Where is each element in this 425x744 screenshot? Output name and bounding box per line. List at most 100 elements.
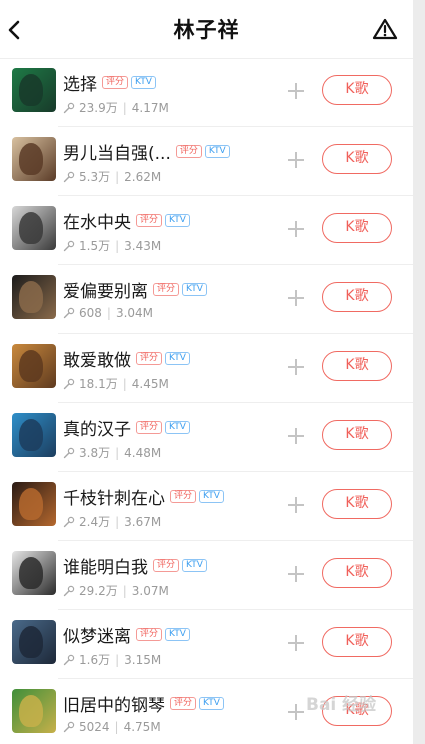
add-icon[interactable]	[287, 703, 305, 721]
song-title-line: 旧居中的钢琴 评分 KTV	[63, 691, 227, 716]
add-icon[interactable]	[287, 82, 305, 100]
add-icon[interactable]	[287, 496, 305, 514]
song-list-screen: 林子祥 选择 评分 KTV 23.9万 | 4.17M K歌 男儿当自强(...…	[0, 0, 413, 744]
album-cover[interactable]	[12, 344, 56, 388]
album-cover[interactable]	[12, 137, 56, 181]
cover-figure	[19, 488, 43, 520]
song-meta: 608 | 3.04M	[63, 306, 153, 320]
album-cover[interactable]	[12, 275, 56, 319]
add-icon[interactable]	[287, 220, 305, 238]
microphone-icon	[63, 516, 75, 527]
album-cover[interactable]	[12, 68, 56, 112]
song-row[interactable]: 在水中央 评分 KTV 1.5万 | 3.43M K歌	[0, 196, 413, 265]
album-cover[interactable]	[12, 689, 56, 733]
karaoke-button[interactable]: K歌	[322, 489, 392, 519]
file-size: 4.75M	[123, 720, 161, 734]
add-icon[interactable]	[287, 427, 305, 445]
play-count: 3.8万	[79, 446, 111, 460]
karaoke-button[interactable]: K歌	[322, 558, 392, 588]
album-cover[interactable]	[12, 620, 56, 664]
song-row[interactable]: 谁能明白我 评分 KTV 29.2万 | 3.07M K歌	[0, 541, 413, 610]
add-icon[interactable]	[287, 634, 305, 652]
cover-figure	[19, 74, 43, 106]
ktv-badge: KTV	[165, 628, 190, 641]
song-row[interactable]: 真的汉子 评分 KTV 3.8万 | 4.48M K歌	[0, 403, 413, 472]
microphone-icon	[63, 378, 75, 389]
album-cover[interactable]	[12, 482, 56, 526]
meta-divider: |	[122, 376, 127, 391]
song-meta: 3.8万 | 4.48M	[63, 444, 161, 461]
score-badge: 评分	[153, 559, 180, 572]
add-icon[interactable]	[287, 358, 305, 376]
song-meta: 1.6万 | 3.15M	[63, 651, 161, 668]
microphone-icon	[63, 721, 75, 733]
score-badge: 评分	[136, 628, 163, 641]
song-row[interactable]: 似梦迷离 评分 KTV 1.6万 | 3.15M K歌	[0, 610, 413, 679]
file-size: 3.67M	[124, 514, 162, 529]
cover-figure	[19, 626, 43, 658]
cover-figure	[19, 557, 43, 589]
song-title: 敢爱敢做	[63, 351, 131, 371]
song-row[interactable]: 选择 评分 KTV 23.9万 | 4.17M K歌	[0, 58, 413, 127]
song-row[interactable]: 爱偏要别离 评分 KTV 608 | 3.04M K歌	[0, 265, 413, 334]
karaoke-button[interactable]: K歌	[322, 420, 392, 450]
ktv-badge: KTV	[165, 352, 190, 365]
song-meta: 5024 | 4.75M	[63, 720, 161, 734]
song-row[interactable]: 男儿当自强(... 评分 KTV 5.3万 | 2.62M K歌	[0, 127, 413, 196]
album-cover[interactable]	[12, 551, 56, 595]
song-title-line: 在水中央 评分 KTV	[63, 208, 193, 233]
song-row[interactable]: 千枝针刺在心 评分 KTV 2.4万 | 3.67M K歌	[0, 472, 413, 541]
song-row[interactable]: 敢爱敢做 评分 KTV 18.1万 | 4.45M K歌	[0, 334, 413, 403]
karaoke-button[interactable]: K歌	[322, 282, 392, 312]
song-title: 选择	[63, 75, 97, 95]
warning-icon[interactable]	[372, 17, 398, 41]
add-icon[interactable]	[287, 151, 305, 169]
score-badge: 评分	[136, 214, 163, 227]
play-count: 29.2万	[79, 584, 118, 598]
play-count: 23.9万	[79, 101, 118, 115]
meta-divider: |	[122, 100, 127, 115]
score-badge: 评分	[136, 421, 163, 434]
karaoke-button[interactable]: K歌	[322, 627, 392, 657]
karaoke-button[interactable]: K歌	[322, 75, 392, 105]
ktv-badge: KTV	[182, 283, 207, 296]
scrollbar[interactable]	[413, 0, 425, 744]
song-title-line: 谁能明白我 评分 KTV	[63, 553, 210, 578]
song-title-line: 选择 评分 KTV	[63, 70, 159, 95]
ktv-badge: KTV	[165, 421, 190, 434]
karaoke-button[interactable]: K歌	[322, 213, 392, 243]
microphone-icon	[63, 102, 75, 113]
ktv-badge: KTV	[165, 214, 190, 227]
microphone-icon	[63, 307, 75, 319]
add-icon[interactable]	[287, 289, 305, 307]
file-size: 4.45M	[131, 376, 169, 391]
song-title: 谁能明白我	[63, 558, 148, 578]
song-title-line: 爱偏要别离 评分 KTV	[63, 277, 210, 302]
karaoke-button[interactable]: K歌	[322, 144, 392, 174]
meta-divider: |	[115, 169, 120, 184]
play-count: 5.3万	[79, 170, 111, 184]
ktv-badge: KTV	[204, 145, 230, 158]
file-size: 2.62M	[124, 169, 162, 184]
play-count: 5024	[79, 720, 110, 734]
song-list: 选择 评分 KTV 23.9万 | 4.17M K歌 男儿当自强(... 评分 …	[0, 58, 413, 744]
add-icon[interactable]	[287, 565, 305, 583]
file-size: 4.48M	[124, 445, 162, 460]
song-title: 在水中央	[63, 213, 131, 233]
song-meta: 29.2万 | 3.07M	[63, 582, 169, 599]
album-cover[interactable]	[12, 413, 56, 457]
play-count: 608	[79, 306, 102, 320]
song-title: 男儿当自强(...	[63, 144, 171, 164]
cover-figure	[19, 212, 43, 244]
song-title: 千枝针刺在心	[63, 489, 165, 509]
karaoke-button[interactable]: K歌	[322, 351, 392, 381]
meta-divider: |	[115, 445, 120, 460]
song-meta: 5.3万 | 2.62M	[63, 168, 161, 185]
song-title: 旧居中的钢琴	[63, 696, 165, 716]
play-count: 18.1万	[79, 377, 118, 391]
score-badge: 评分	[153, 283, 180, 296]
file-size: 3.43M	[124, 238, 162, 253]
play-count: 1.5万	[79, 239, 111, 253]
meta-divider: |	[115, 238, 120, 253]
album-cover[interactable]	[12, 206, 56, 250]
